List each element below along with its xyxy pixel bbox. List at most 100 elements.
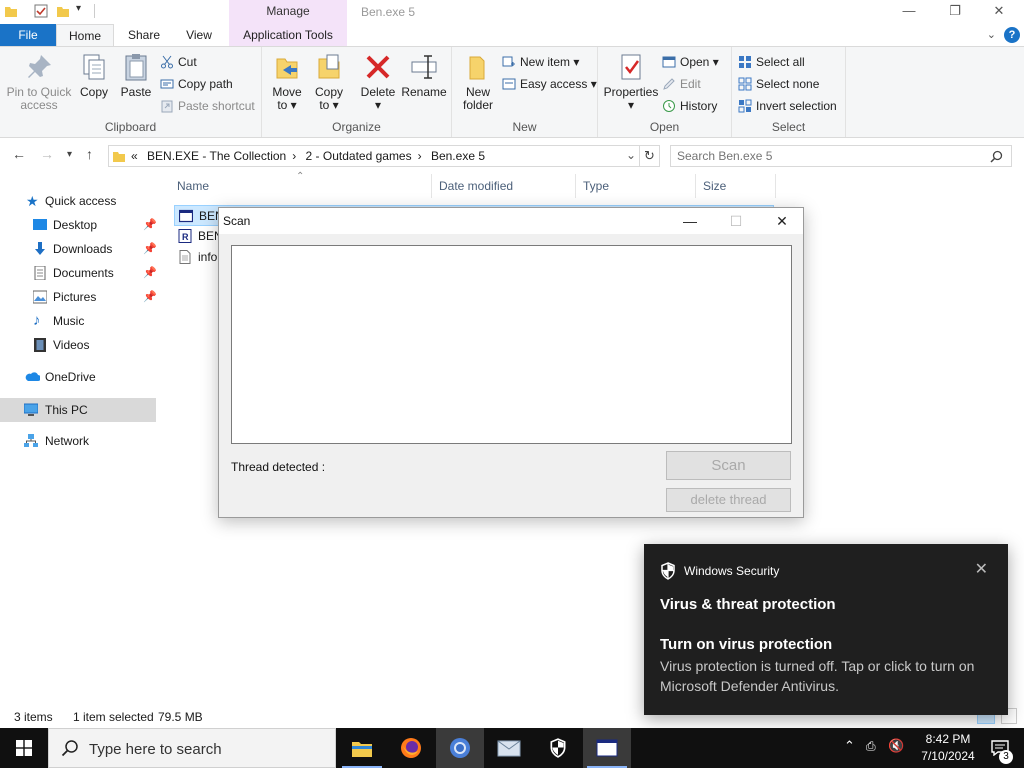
taskbar-firefox[interactable] [387,728,435,768]
easy-access-button[interactable]: Easy access ▾ [502,74,597,94]
help-icon[interactable]: ? [1004,27,1020,43]
sidebar-item-videos[interactable]: Videos [0,333,156,357]
breadcrumb-item[interactable]: 2 - Outdated games [306,149,412,163]
taskbar-file-explorer[interactable] [338,728,386,768]
sidebar-item-desktop[interactable]: Desktop 📌 [0,213,157,237]
new-folder-icon[interactable] [56,4,70,18]
delete-button[interactable]: Delete ▾ [356,51,400,112]
volume-muted-icon[interactable]: 🔇 [888,738,904,754]
open-button[interactable]: Open ▾ [662,52,719,72]
close-button[interactable]: ✕ [976,0,1022,24]
thread-detected-label: Thread detected : [231,460,326,474]
address-bar[interactable]: « BEN.EXE - The Collection › 2 - Outdated… [108,145,640,167]
sidebar-item-onedrive[interactable]: OneDrive [0,365,156,389]
start-button[interactable] [0,728,48,768]
properties-button[interactable]: Properties ▾ [602,51,660,112]
security-notification[interactable]: Windows Security ✕ Virus & threat protec… [644,544,1008,715]
copy-path-button[interactable]: Copy path [160,74,233,94]
text-file-icon [179,250,191,264]
sidebar-item-quick-access[interactable]: ★ Quick access [0,189,156,213]
invert-selection-button[interactable]: Invert selection [738,96,837,116]
sidebar-item-downloads[interactable]: Downloads 📌 [0,237,157,261]
breadcrumb: « BEN.EXE - The Collection › 2 - Outdated… [131,149,491,163]
select-all-icon [739,56,751,68]
qa-dropdown-icon[interactable]: ▾ [76,3,81,14]
breadcrumb-overflow[interactable]: « [131,149,138,163]
sidebar-item-label: Network [45,434,90,448]
pin-to-quick-access-button[interactable]: Pin to Quick access [4,51,74,112]
move-to-icon [276,58,298,79]
select-none-button[interactable]: Select none [738,74,819,94]
tab-share[interactable]: Share [118,24,170,46]
pictures-icon [33,290,47,304]
sidebar-item-network[interactable]: Network [0,429,156,453]
up-arrow-icon[interactable]: ↑ [86,146,93,162]
search-input[interactable] [677,149,977,163]
notification-close-icon[interactable]: ✕ [975,559,988,579]
paste-shortcut-button[interactable]: Paste shortcut [160,96,255,116]
scan-output-area[interactable] [231,245,792,444]
cut-label: Cut [178,55,197,69]
tab-file[interactable]: File [0,24,56,46]
copy-button[interactable]: Copy [74,51,114,99]
show-hidden-icons-chevron-icon[interactable]: ⌃ [844,738,855,754]
sidebar-item-documents[interactable]: Documents 📌 [0,261,157,285]
recent-locations-icon[interactable]: ▾ [67,149,72,160]
title-divider [94,4,95,18]
sidebar-item-music[interactable]: ♪ Music [0,309,156,333]
taskbar-scan-app[interactable] [583,728,631,768]
new-folder-button[interactable]: New folder [456,51,500,112]
tab-application-tools[interactable]: Application Tools [229,24,347,46]
column-header-size[interactable]: Size [696,174,776,198]
properties-check-icon[interactable] [34,4,48,18]
delete-thread-button[interactable]: delete thread [666,488,791,512]
forward-arrow-icon[interactable]: → [40,146,54,162]
clock-date[interactable]: 7/10/2024 [918,749,978,763]
breadcrumb-separator[interactable]: › [292,149,296,163]
tab-home[interactable]: Home [56,24,114,47]
history-button[interactable]: History [662,96,717,116]
column-header-date-modified[interactable]: Date modified [432,174,576,198]
search-box[interactable] [670,145,1012,167]
scan-minimize-button[interactable]: — [667,208,713,234]
rename-button[interactable]: Rename [400,51,448,99]
window-title: Ben.exe 5 [361,5,416,19]
scan-close-button[interactable]: ✕ [759,208,805,234]
breadcrumb-separator[interactable]: › [418,149,422,163]
paste-label: Paste [120,85,152,99]
copy-to-icon [318,54,340,79]
tab-view[interactable]: View [174,24,224,46]
taskbar-windows-security[interactable] [534,728,582,768]
new-item-button[interactable]: New item ▾ [502,52,579,72]
tab-manage[interactable]: Manage [229,0,347,24]
file-explorer-icon [352,742,372,757]
breadcrumb-item[interactable]: BEN.EXE - The Collection [147,149,286,163]
clock-time[interactable]: 8:42 PM [918,732,978,746]
breadcrumb-item[interactable]: Ben.exe 5 [431,149,485,163]
search-icon[interactable] [990,150,1003,163]
edit-button[interactable]: Edit [662,74,701,94]
copy-to-button[interactable]: Copy to ▾ [308,51,350,112]
sidebar-item-pictures[interactable]: Pictures 📌 [0,285,157,309]
scan-button[interactable]: Scan [666,451,791,480]
address-dropdown-icon[interactable]: ⌄ [626,148,636,162]
copy-to-label-1: Copy [314,85,343,99]
open-group: Properties ▾ Open ▾ Edit History Open [598,47,732,137]
network-status-icon[interactable]: ⎙ [866,739,876,754]
taskbar-search-box[interactable]: Type here to search [48,728,336,768]
column-header-type[interactable]: Type [576,174,696,198]
paste-button[interactable]: Paste [116,51,156,99]
maximize-button[interactable]: ❐ [932,0,978,24]
taskbar-mail-app[interactable] [485,728,533,768]
move-to-button[interactable]: Move to ▾ [266,51,308,112]
scan-maximize-button[interactable]: ☐ [713,208,759,234]
refresh-icon[interactable]: ↻ [640,145,660,167]
back-arrow-icon[interactable]: ← [12,146,26,162]
cut-button[interactable]: Cut [160,52,197,72]
taskbar-chrome[interactable] [436,728,484,768]
sidebar-item-this-pc[interactable]: This PC [0,398,156,422]
column-header-name[interactable]: Name [170,174,432,198]
minimize-button[interactable]: — [886,0,932,24]
collapse-ribbon-icon[interactable]: ⌄ [987,28,996,41]
select-all-button[interactable]: Select all [738,52,805,72]
